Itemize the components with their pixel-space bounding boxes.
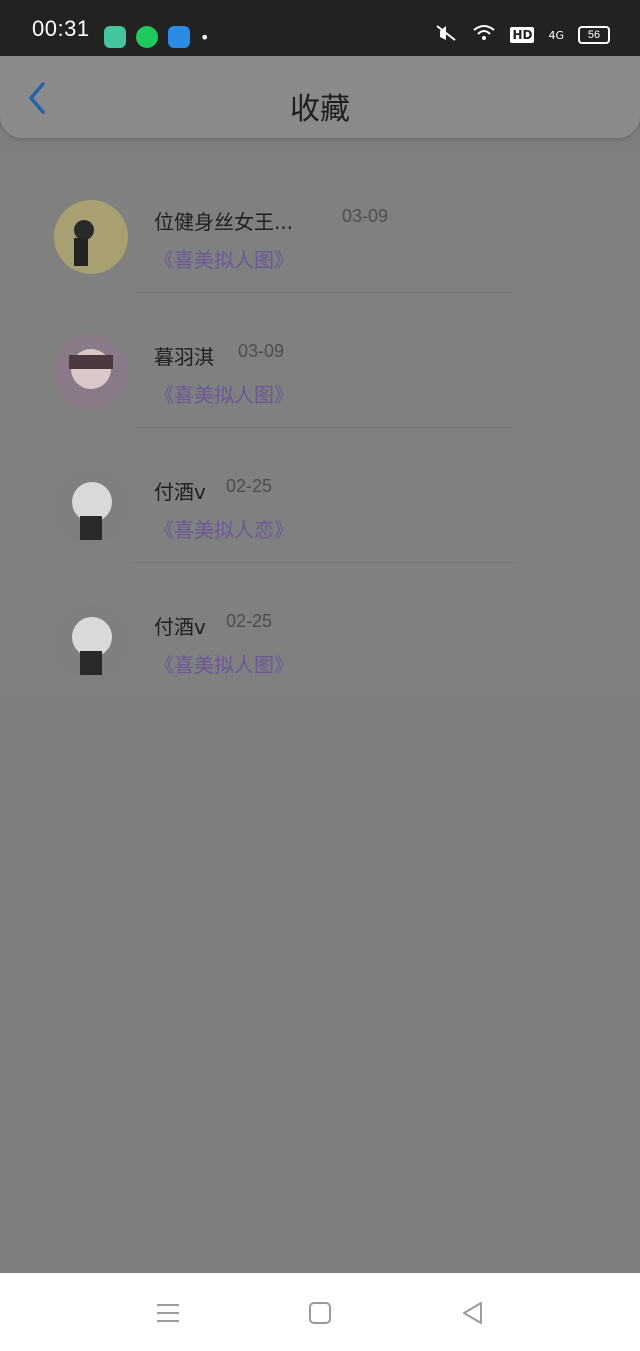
wifi-icon: [472, 24, 496, 46]
item-book: 《喜美拟人图》: [154, 383, 294, 407]
menu-button[interactable]: [148, 1293, 188, 1333]
hd-badge: HD: [510, 27, 535, 43]
list-item[interactable]: 付酒v 02-25 《喜美拟人恋》: [54, 422, 574, 563]
square-icon: [309, 1302, 331, 1324]
menu-icon: [157, 1304, 179, 1322]
battery-icon: 56: [578, 26, 610, 44]
item-book: 《喜美拟人图》: [154, 653, 294, 677]
qiyu-icon: [104, 26, 126, 48]
item-name: 暮羽淇: [154, 345, 214, 369]
status-dot: •: [200, 27, 210, 47]
item-time: 02-25: [226, 611, 273, 631]
item-name: 付酒v: [154, 480, 206, 504]
item-book: 《喜美拟人恋》: [154, 518, 294, 542]
list-item[interactable]: 位健身丝女王... 03-09 《喜美拟人图》: [54, 152, 574, 293]
avatar: [54, 335, 128, 409]
favorites-list: 位健身丝女王... 03-09 《喜美拟人图》 暮羽淇 03-09 《喜美拟人图…: [0, 152, 640, 698]
item-name: 位健身丝女王...: [154, 210, 294, 234]
page-title: 收藏: [290, 92, 350, 127]
home-button[interactable]: [300, 1293, 340, 1333]
paper-plane-icon: [168, 26, 190, 48]
status-bar: 00:31 • HD 4G 56: [0, 0, 640, 56]
network-label: 4G: [548, 28, 564, 42]
status-indicators: HD 4G 56: [434, 24, 610, 46]
item-name: 付酒v: [154, 615, 206, 639]
avatar: [54, 200, 128, 274]
wechat-icon: [136, 26, 158, 48]
avatar: [54, 605, 128, 679]
item-time: 02-25: [226, 476, 273, 496]
item-time: 03-09: [238, 341, 285, 361]
avatar: [54, 470, 128, 544]
item-time: 03-09: [342, 206, 389, 226]
mute-icon: [434, 24, 458, 46]
item-book: 《喜美拟人图》: [154, 248, 294, 272]
title-bar: 收藏: [0, 56, 640, 138]
back-nav-button[interactable]: [452, 1293, 492, 1333]
list-item[interactable]: 暮羽淇 03-09 《喜美拟人图》: [54, 287, 574, 428]
status-app-icons: •: [104, 26, 209, 48]
triangle-back-icon: [463, 1302, 482, 1324]
list-item[interactable]: 付酒v 02-25 《喜美拟人图》: [54, 557, 574, 692]
system-nav-bar: [0, 1273, 640, 1351]
status-time: 00:31: [32, 16, 90, 41]
